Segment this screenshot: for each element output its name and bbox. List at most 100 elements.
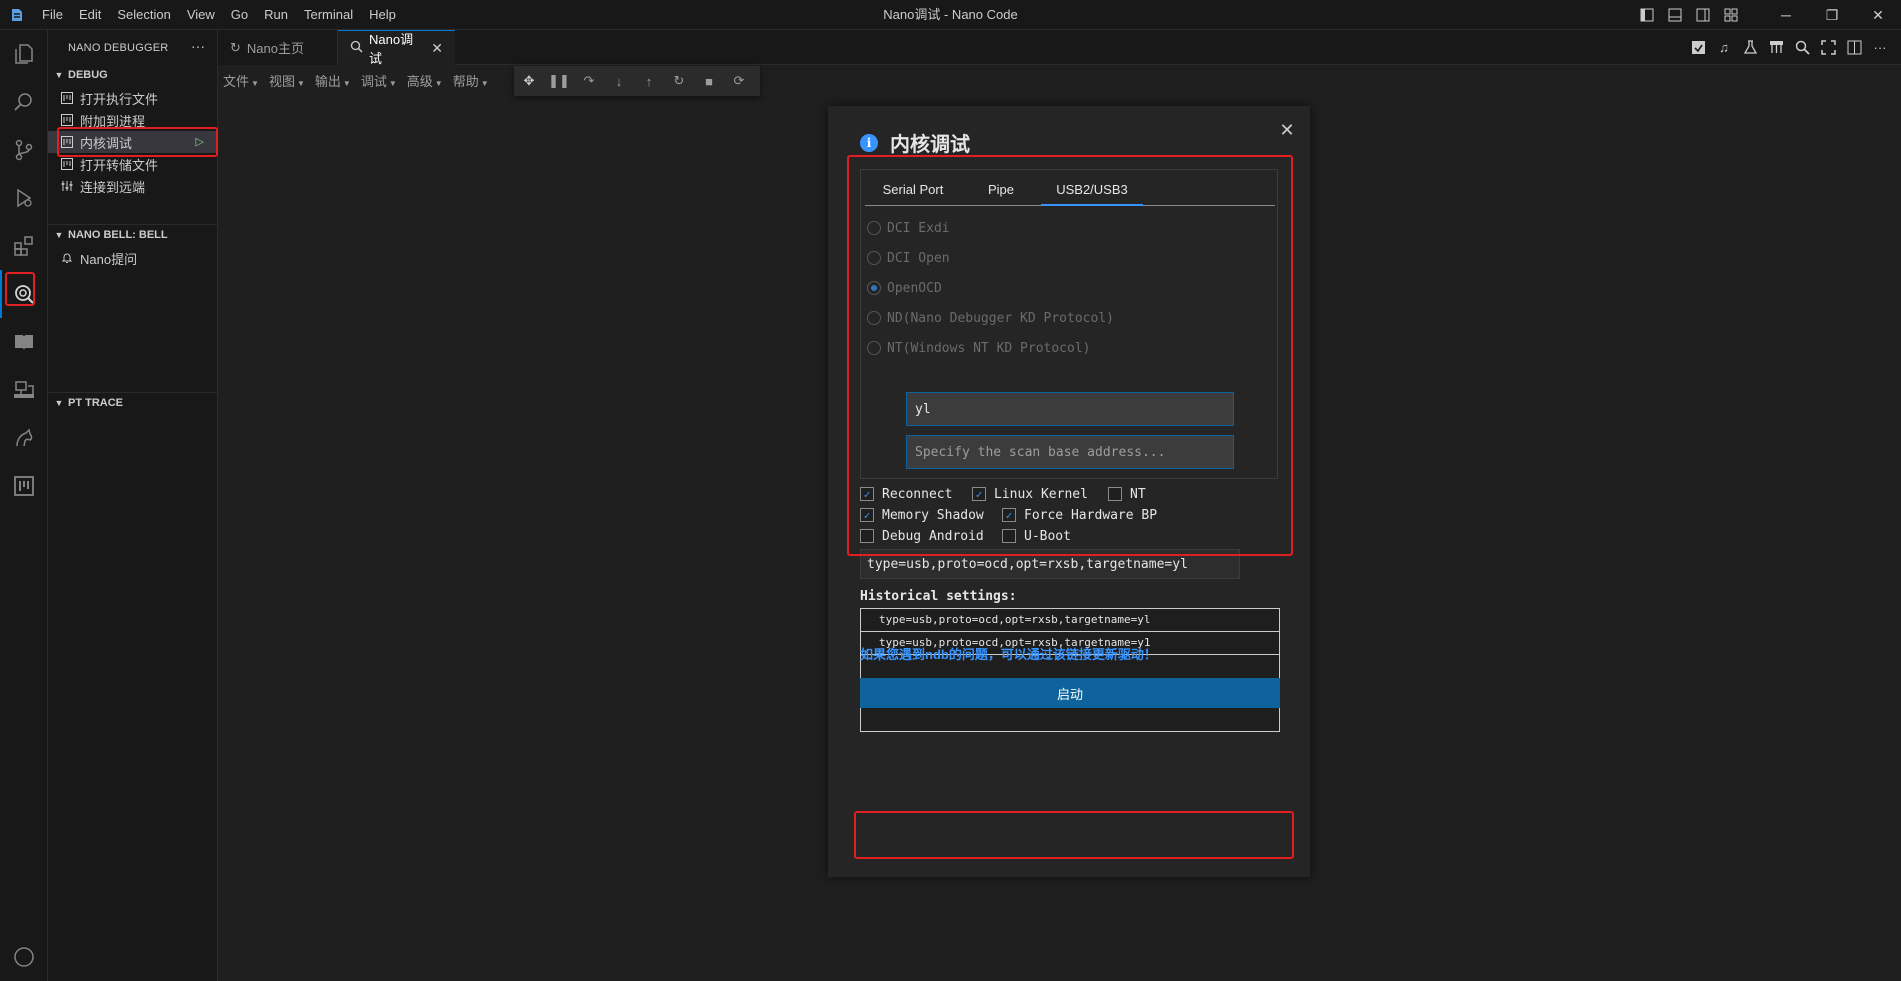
menu-file[interactable]: File xyxy=(34,0,71,30)
menu-selection[interactable]: Selection xyxy=(109,0,178,30)
menu-view[interactable]: View xyxy=(179,0,223,30)
chevron-down-icon: ▼ xyxy=(54,70,64,80)
radio-nd-protocol[interactable]: ND(Nano Debugger KD Protocol) xyxy=(867,308,1114,328)
radio-dci-exdi[interactable]: DCI Exdi xyxy=(867,218,950,238)
checkbox[interactable] xyxy=(860,508,874,522)
menu-terminal[interactable]: Terminal xyxy=(296,0,361,30)
checkbox[interactable] xyxy=(972,487,986,501)
radio-dci-open[interactable]: DCI Open xyxy=(867,248,950,268)
play-icon[interactable]: ▷ xyxy=(196,135,204,148)
toolbar-menu-advanced[interactable]: 高级 ▼ xyxy=(402,71,448,90)
tab-nano-debug[interactable]: Nano调试 ✕ xyxy=(338,30,455,66)
connection-string-field[interactable]: type=usb,proto=ocd,opt=rxsb,targetname=y… xyxy=(860,549,1240,579)
menu-help[interactable]: Help xyxy=(361,0,404,30)
menu-run[interactable]: Run xyxy=(256,0,296,30)
scan-base-address-input[interactable]: Specify the scan base address... xyxy=(906,435,1234,469)
sidebar-item-nano-question[interactable]: Nano提问 xyxy=(48,247,218,269)
music-note-icon[interactable]: ♫ xyxy=(1711,35,1737,59)
section-pt-trace[interactable]: ▼ PT TRACE xyxy=(48,393,218,413)
sidebar-item-connect-remote[interactable]: 连接到远端 xyxy=(48,175,218,197)
tab-serial-port[interactable]: Serial Port xyxy=(865,174,961,206)
sidebar-item-open-dump[interactable]: 打开转储文件 xyxy=(48,153,218,175)
flask-icon[interactable] xyxy=(1737,35,1763,59)
toggle-primary-sidebar-icon[interactable] xyxy=(1635,3,1659,27)
step-into-icon[interactable]: ↓ xyxy=(604,66,634,96)
drag-handle-icon[interactable]: ✥ xyxy=(514,66,544,96)
start-button[interactable]: 启动 xyxy=(860,678,1280,708)
radio-button[interactable] xyxy=(867,281,881,295)
toggle-panel-icon[interactable] xyxy=(1663,3,1687,27)
close-icon[interactable]: ✕ xyxy=(431,40,443,57)
radio-button[interactable] xyxy=(867,311,881,325)
run-debug-icon[interactable] xyxy=(0,174,48,222)
checkbox[interactable] xyxy=(1108,487,1122,501)
debugger-toolbar: 文件 ▼ 视图 ▼ 输出 ▼ 调试 ▼ 高级 ▼ 帮助 ▼ xyxy=(218,66,494,94)
horse-icon[interactable] xyxy=(0,414,48,462)
more-actions-icon[interactable]: ··· xyxy=(191,38,205,54)
toggle-secondary-sidebar-icon[interactable] xyxy=(1691,3,1715,27)
pause-icon[interactable]: ❚❚ xyxy=(544,66,574,96)
toolbar-menu-help[interactable]: 帮助 ▼ xyxy=(448,71,494,90)
menu-edit[interactable]: Edit xyxy=(71,0,109,30)
sidebar-item-kernel-debug[interactable]: 内核调试 ▷ xyxy=(48,131,218,153)
debug-controls: ✥ ❚❚ ↷ ↓ ↑ ↻ ■ ⟳ xyxy=(514,66,760,96)
tab-nano-home[interactable]: ↻ Nano主页 xyxy=(218,30,338,65)
checkbox-nt[interactable]: NT xyxy=(1108,484,1146,504)
radio-button[interactable] xyxy=(867,221,881,235)
section-nano-bell[interactable]: ▼ NANO BELL: BELL xyxy=(48,225,218,245)
account-icon[interactable] xyxy=(0,933,48,981)
radio-button[interactable] xyxy=(867,341,881,355)
customize-layout-icon[interactable] xyxy=(1719,3,1743,27)
menu-label: 输出 xyxy=(314,73,341,89)
toolbar-menu-view[interactable]: 视图 ▼ xyxy=(264,71,310,90)
sidebar-item-attach-process[interactable]: 附加到进程 xyxy=(48,109,218,131)
tab-pipe[interactable]: Pipe xyxy=(961,174,1041,206)
radio-openocd[interactable]: OpenOCD xyxy=(867,278,942,298)
toolbar-menu-debug[interactable]: 调试 ▼ xyxy=(356,71,402,90)
radio-button[interactable] xyxy=(867,251,881,265)
explorer-icon[interactable] xyxy=(0,30,48,78)
close-icon[interactable]: ✕ xyxy=(1276,119,1298,141)
target-name-input[interactable]: yl xyxy=(906,392,1234,426)
board-icon[interactable] xyxy=(0,462,48,510)
restore-icon[interactable]: ❐ xyxy=(1809,0,1855,30)
minimize-icon[interactable]: ─ xyxy=(1763,0,1809,30)
open-file-icon[interactable] xyxy=(1685,35,1711,59)
nano-debugger-icon[interactable] xyxy=(0,270,48,318)
remote-explorer-icon[interactable] xyxy=(0,366,48,414)
toolbar-menu-output[interactable]: 输出 ▼ xyxy=(310,71,356,90)
radio-nt-protocol[interactable]: NT(Windows NT KD Protocol) xyxy=(867,338,1091,358)
toolbar-menu-file[interactable]: 文件 ▼ xyxy=(218,71,264,90)
disconnect-icon[interactable]: ⟳ xyxy=(724,66,754,96)
split-editor-icon[interactable] xyxy=(1841,35,1867,59)
close-window-icon[interactable]: ✕ xyxy=(1855,0,1901,30)
driver-update-link[interactable]: 如果您遇到ndb的问题，可以通过该链接更新驱动！ xyxy=(860,644,1157,663)
checkbox[interactable] xyxy=(1002,508,1016,522)
checkbox[interactable] xyxy=(860,529,874,543)
network-icon[interactable] xyxy=(1763,35,1789,59)
fullscreen-icon[interactable] xyxy=(1815,35,1841,59)
step-out-icon[interactable]: ↑ xyxy=(634,66,664,96)
sidebar-item-open-executable[interactable]: 打开执行文件 xyxy=(48,87,218,109)
checkbox-debug-android[interactable]: Debug Android xyxy=(860,526,984,546)
checkbox-memory-shadow[interactable]: Memory Shadow xyxy=(860,505,984,525)
checkbox-u-boot[interactable]: U-Boot xyxy=(1002,526,1071,546)
source-control-icon[interactable] xyxy=(0,126,48,174)
checkbox[interactable] xyxy=(1002,529,1016,543)
more-icon[interactable]: ··· xyxy=(1867,35,1893,59)
tab-usb[interactable]: USB2/USB3 xyxy=(1041,174,1143,206)
checkbox-reconnect[interactable]: Reconnect xyxy=(860,484,952,504)
checkbox[interactable] xyxy=(860,487,874,501)
menu-go[interactable]: Go xyxy=(223,0,256,30)
section-debug[interactable]: ▼ DEBUG xyxy=(48,65,218,85)
zoom-icon[interactable] xyxy=(1789,35,1815,59)
history-item[interactable]: type=usb,proto=ocd,opt=rxsb,targetname=y… xyxy=(861,609,1279,632)
step-over-icon[interactable]: ↷ xyxy=(574,66,604,96)
checkbox-linux-kernel[interactable]: Linux Kernel xyxy=(972,484,1088,504)
checkbox-force-hardware-bp[interactable]: Force Hardware BP xyxy=(1002,505,1157,525)
extensions-icon[interactable] xyxy=(0,222,48,270)
book-icon[interactable] xyxy=(0,318,48,366)
search-icon[interactable] xyxy=(0,78,48,126)
restart-icon[interactable]: ↻ xyxy=(664,66,694,96)
stop-icon[interactable]: ■ xyxy=(694,66,724,96)
